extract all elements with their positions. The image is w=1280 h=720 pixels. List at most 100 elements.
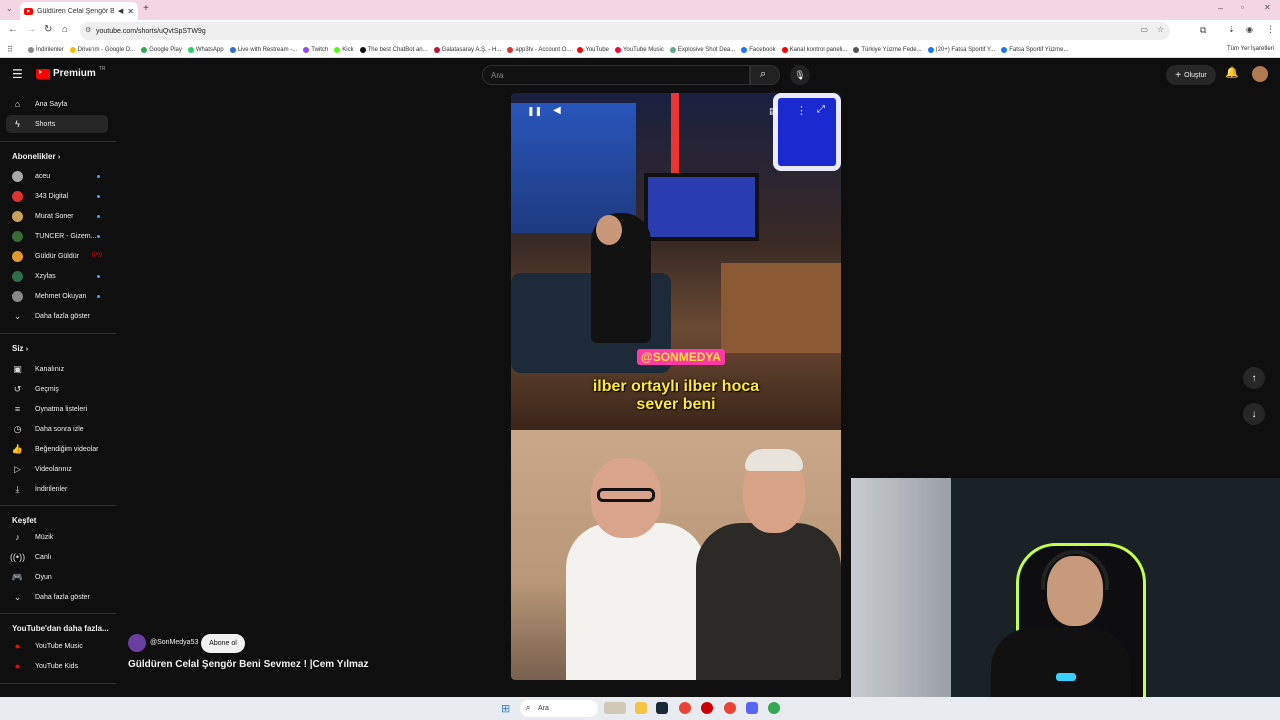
- channel-name[interactable]: @SonMedya53: [150, 639, 198, 646]
- bookmark-star-icon[interactable]: ☆: [1157, 25, 1164, 34]
- hamburger-menu-icon[interactable]: ☰: [12, 67, 23, 81]
- bookmark[interactable]: Facebook: [741, 46, 776, 53]
- discord-icon[interactable]: [746, 702, 758, 714]
- bookmark[interactable]: The best ChatBot an...: [359, 46, 428, 53]
- steam-icon[interactable]: [656, 702, 668, 714]
- chrome-alt-icon[interactable]: [768, 702, 780, 714]
- volume-icon[interactable]: ◀: [553, 105, 561, 116]
- close-window-icon[interactable]: ✕: [1264, 3, 1271, 12]
- sidebar-item-live[interactable]: ((•)) Canlı: [6, 548, 108, 566]
- chrome-icon[interactable]: [679, 702, 691, 714]
- file-explorer-icon[interactable]: [635, 702, 647, 714]
- browser-tab[interactable]: Güldüren Celal Şengör Beni ◀ ✕: [20, 2, 138, 20]
- windows-taskbar: ⊞ ⌕ Ara: [0, 697, 1280, 720]
- tab-close-icon[interactable]: ✕: [127, 7, 134, 16]
- browser-menu-icon[interactable]: ⋮: [1266, 24, 1275, 35]
- bookmark[interactable]: app3tv - Account O...: [507, 46, 571, 53]
- account-avatar[interactable]: [1252, 66, 1268, 82]
- sidebar-item-youtube-music[interactable]: ● YouTube Music: [6, 637, 108, 655]
- sidebar-item-home[interactable]: ⌂ Ana Sayfa: [6, 95, 108, 113]
- opera-icon[interactable]: [701, 702, 713, 714]
- bookmark[interactable]: WhatsApp: [187, 46, 224, 53]
- url-field[interactable]: ⚙ youtube.com/shorts/uQvtSpSTW9g ▭ ☆: [80, 22, 1170, 40]
- bookmark[interactable]: Türkiye Yüzme Fede...: [853, 46, 922, 53]
- site-info-icon[interactable]: ⚙: [85, 26, 91, 34]
- subscription-item[interactable]: Xzylas: [6, 267, 108, 285]
- search-input[interactable]: Ara: [482, 65, 750, 85]
- bookmark[interactable]: Twitch: [303, 46, 328, 53]
- like-icon: 👍: [11, 443, 24, 454]
- sidebar-item-channel[interactable]: ▣ Kanalınız: [6, 360, 108, 378]
- show-more-subscriptions[interactable]: ⌄ Daha fazla göster: [6, 307, 108, 325]
- fullscreen-icon[interactable]: ⤢: [817, 104, 825, 115]
- search-button[interactable]: ⌕: [750, 65, 780, 85]
- show-more-explore[interactable]: ⌄ Daha fazla göster: [6, 588, 108, 606]
- subscription-item[interactable]: TUNCER - Gizem...: [6, 227, 108, 245]
- bookmark[interactable]: YouTube Music: [614, 46, 664, 53]
- subscription-item[interactable]: Güldür Güldür ((•)): [6, 247, 108, 265]
- short-video-player[interactable]: @SONMEDYA ilber ortaylı ilber hoca sever…: [511, 93, 841, 680]
- sidebar-item-youtube-kids[interactable]: ● YouTube Kids: [6, 657, 108, 675]
- all-bookmarks[interactable]: Tüm Yer İşaretleri: [1222, 46, 1274, 52]
- more-options-icon[interactable]: ⋮: [796, 104, 807, 117]
- subscriptions-heading[interactable]: Abonelikler ›: [12, 152, 60, 161]
- previous-short-button[interactable]: ↑: [1243, 367, 1265, 389]
- new-tab-icon[interactable]: +: [143, 3, 149, 14]
- bookmark[interactable]: Explosive Shot Dea...: [669, 46, 735, 53]
- channel-avatar[interactable]: [128, 634, 146, 652]
- youtube-logo[interactable]: Premium TR: [36, 66, 105, 79]
- sidebar-item-your-videos[interactable]: ▷ Videolarınız: [6, 460, 108, 478]
- bookmark[interactable]: Drive'ım - Google D...: [69, 46, 135, 53]
- bookmark[interactable]: (20+) Fatsa Sportif Y...: [927, 46, 995, 53]
- bookmark[interactable]: Kick: [334, 46, 354, 53]
- widgets-icon[interactable]: [604, 702, 626, 714]
- back-icon[interactable]: ←: [8, 24, 18, 35]
- subscription-item[interactable]: Mehmet Okuyan: [6, 287, 108, 305]
- sidebar-item-playlists[interactable]: ≡ Oynatma listeleri: [6, 400, 108, 418]
- search-icon: ⌕: [760, 68, 767, 80]
- chrome-profile-icon[interactable]: [724, 702, 736, 714]
- taskbar-search[interactable]: ⌕ Ara: [520, 700, 598, 717]
- restore-icon[interactable]: ▫: [1241, 3, 1244, 12]
- short-title[interactable]: Güldüren Celal Şengör Beni Sevmez ! |Cem…: [128, 659, 368, 670]
- subscription-item[interactable]: 343 Digital: [6, 187, 108, 205]
- bookmark[interactable]: Live with Restream -...: [229, 46, 297, 53]
- sidebar-item-history[interactable]: ↺ Geçmiş: [6, 380, 108, 398]
- subscription-item[interactable]: aceu: [6, 167, 108, 185]
- sidebar-item-watch-later[interactable]: ◷ Daha sonra izle: [6, 420, 108, 438]
- sidebar-item-liked[interactable]: 👍 Beğendiğim videolar: [6, 440, 108, 458]
- next-short-button[interactable]: ↓: [1243, 403, 1265, 425]
- bookmark[interactable]: Google Play: [141, 46, 182, 53]
- notifications-bell-icon[interactable]: 🔔: [1225, 66, 1239, 79]
- speaker-icon[interactable]: ◀: [118, 7, 123, 15]
- bookmark[interactable]: Fatsa Sportif Yüzme...: [1001, 46, 1068, 53]
- profile-icon[interactable]: ◉: [1246, 25, 1253, 34]
- tab-list-icon[interactable]: ⌄: [6, 4, 13, 13]
- reload-icon[interactable]: ↻: [44, 24, 52, 35]
- bookmark[interactable]: İndirilenler: [28, 46, 64, 53]
- sidebar-item-music[interactable]: ♪ Müzik: [6, 528, 108, 546]
- search-icon: ⌕: [526, 703, 531, 712]
- home-button-icon[interactable]: ⌂: [62, 24, 68, 35]
- sidebar-item-downloads[interactable]: ⤓ İndirilenler: [6, 480, 108, 498]
- sidebar-item-shorts[interactable]: ϟ Shorts: [6, 115, 108, 133]
- voice-search-button[interactable]: 🎙: [790, 65, 810, 85]
- pause-icon[interactable]: ❚❚: [527, 106, 542, 117]
- sidebar-item-gaming[interactable]: 🎮 Oyun: [6, 568, 108, 586]
- arrow-down-icon: ↓: [1251, 408, 1257, 420]
- captions-icon[interactable]: ▤: [769, 106, 778, 117]
- bookmark[interactable]: Kanal kontrol paneli...: [781, 46, 847, 53]
- bookmark[interactable]: Galatasaray A.Ş. - H...: [433, 46, 501, 53]
- subscription-item[interactable]: Murat Soner: [6, 207, 108, 225]
- subscribe-button[interactable]: Abone ol: [201, 634, 245, 653]
- windows-start-icon[interactable]: ⊞: [501, 702, 510, 715]
- minimize-icon[interactable]: –: [1218, 3, 1223, 13]
- forward-icon[interactable]: →: [26, 24, 36, 35]
- you-heading[interactable]: Siz ›: [12, 344, 28, 353]
- install-icon[interactable]: ▭: [1140, 25, 1148, 34]
- apps-icon[interactable]: ⠿: [7, 45, 13, 54]
- bookmark[interactable]: YouTube: [577, 46, 609, 53]
- create-button[interactable]: + Oluştur: [1166, 65, 1216, 85]
- downloads-icon[interactable]: ⇣: [1228, 25, 1235, 34]
- extensions-icon[interactable]: ⧉: [1200, 25, 1206, 36]
